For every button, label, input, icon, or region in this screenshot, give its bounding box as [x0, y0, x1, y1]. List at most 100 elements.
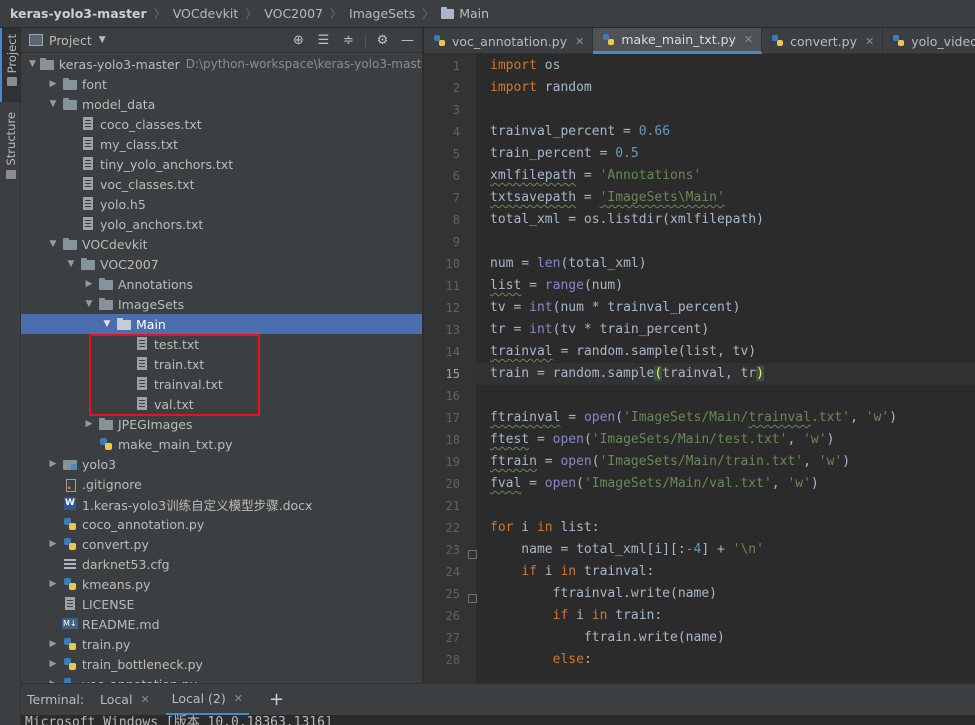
tree-folder[interactable]: ▼ keras-yolo3-master D:\python-workspace\k…	[21, 54, 422, 74]
tree-folder[interactable]: ▼ ImageSets	[21, 294, 422, 314]
tree-file[interactable]: ▶ kmeans.py	[21, 574, 422, 594]
code-line[interactable]: import os	[476, 55, 975, 77]
close-icon[interactable]: ✕	[744, 33, 753, 46]
editor-tab[interactable]: make_main_txt.py ✕	[593, 28, 763, 54]
chevron-down-icon[interactable]: ▼	[65, 259, 77, 269]
tree-file[interactable]: .gitignore	[21, 470, 422, 494]
tree-file[interactable]: ▶ train.py	[21, 634, 422, 654]
editor-tab[interactable]: convert.py ✕	[762, 28, 884, 54]
code-line[interactable]: tr = int(tv * train_percent)	[476, 319, 975, 341]
tree-file[interactable]: make_main_txt.py	[21, 434, 422, 454]
chevron-right-icon[interactable]: ▶	[47, 539, 59, 549]
breadcrumb-item[interactable]: keras-yolo3-master	[10, 0, 147, 28]
chevron-right-icon[interactable]: ▶	[83, 419, 95, 429]
chevron-down-icon[interactable]: ▼	[47, 99, 59, 109]
tree-file[interactable]: LICENSE	[21, 594, 422, 614]
close-icon[interactable]: ✕	[140, 693, 149, 706]
code-line[interactable]: trainval = random.sample(list, tv)	[476, 341, 975, 363]
code-line[interactable]: list = range(num)	[476, 275, 975, 297]
close-icon[interactable]: ✕	[865, 35, 874, 48]
chevron-right-icon[interactable]: ▶	[47, 79, 59, 89]
tree-file[interactable]: yolo.h5	[21, 194, 422, 214]
tree-folder[interactable]: ▼ VOC2007	[21, 254, 422, 274]
tree-folder[interactable]: ▶ JPEGImages	[21, 414, 422, 434]
tree-file[interactable]: ▶voc_annotation.py	[21, 674, 422, 683]
chevron-right-icon[interactable]: ▶	[47, 459, 59, 469]
project-view-selector[interactable]: Project	[49, 33, 92, 48]
tree-folder[interactable]: ▼ Main	[21, 314, 422, 334]
chevron-right-icon[interactable]: ▶	[47, 579, 59, 589]
tree-file[interactable]: tiny_yolo_anchors.txt	[21, 154, 422, 174]
code-line[interactable]	[476, 385, 975, 407]
code-line[interactable]: if i in train:	[476, 605, 975, 627]
tree-folder[interactable]: ▶ Annotations	[21, 274, 422, 294]
tree-file[interactable]: coco_annotation.py	[21, 514, 422, 534]
collapse-all-icon[interactable]: ≑	[340, 32, 357, 49]
code-line[interactable]: ftrainval = open('ImageSets/Main/trainva…	[476, 407, 975, 429]
terminal-tab-local[interactable]: Local ✕	[100, 684, 150, 716]
tree-file[interactable]: val.txt	[21, 394, 422, 414]
code-line[interactable]: fval = open('ImageSets/Main/val.txt', 'w…	[476, 473, 975, 495]
code-line[interactable]: tv = int(num * trainval_percent)	[476, 297, 975, 319]
new-terminal-button[interactable]: +	[269, 689, 284, 710]
code-line[interactable]: ftrain.write(name)	[476, 627, 975, 649]
expand-all-icon[interactable]: ☰	[315, 32, 332, 49]
minimize-icon[interactable]: —	[399, 32, 416, 49]
chevron-down-icon[interactable]: ▼	[29, 59, 36, 69]
structure-tool-tab[interactable]: Structure	[0, 108, 21, 208]
code-line[interactable]: total_xml = os.listdir(xmlfilepath)	[476, 209, 975, 231]
terminal-tab-local-2[interactable]: Local (2) ✕	[165, 684, 249, 716]
code-line[interactable]: if i in trainval:	[476, 561, 975, 583]
code-line[interactable]: xmlfilepath = 'Annotations'	[476, 165, 975, 187]
tree-file[interactable]: my_class.txt	[21, 134, 422, 154]
code-line[interactable]: for i in list:	[476, 517, 975, 539]
chevron-down-icon[interactable]: ▼	[101, 319, 113, 329]
target-icon[interactable]: ⊕	[290, 32, 307, 49]
close-icon[interactable]: ✕	[234, 692, 243, 705]
gear-icon[interactable]: ⚙	[374, 32, 391, 49]
code-line[interactable]: train_percent = 0.5	[476, 143, 975, 165]
code-line[interactable]: ftrainval.write(name)	[476, 583, 975, 605]
code-line[interactable]	[476, 231, 975, 253]
close-icon[interactable]: ✕	[575, 35, 584, 48]
chevron-right-icon[interactable]: ▶	[47, 659, 59, 669]
tree-file[interactable]: train.txt	[21, 354, 422, 374]
code-line[interactable]	[476, 495, 975, 517]
tree-file[interactable]: coco_classes.txt	[21, 114, 422, 134]
tree-file[interactable]: README.md	[21, 614, 422, 634]
terminal-output[interactable]: Microsoft Windows [版本 10.0.18363.1316]	[21, 715, 975, 725]
code-line[interactable]	[476, 99, 975, 121]
tree-file[interactable]: test.txt	[21, 334, 422, 354]
breadcrumb-item[interactable]: Main	[441, 0, 489, 28]
code-line[interactable]: train = random.sample(trainval, tr)	[476, 363, 975, 385]
tree-file[interactable]: 1.keras-yolo3训练自定义模型步骤.docx	[21, 494, 422, 514]
chevron-right-icon[interactable]: ▶	[83, 279, 95, 289]
code-line[interactable]: import random	[476, 77, 975, 99]
chevron-down-icon[interactable]: ▼	[83, 299, 95, 309]
code-line[interactable]: txtsavepath = 'ImageSets\Main'	[476, 187, 975, 209]
code-area[interactable]: import os import random trainval_percent =…	[476, 54, 975, 683]
chevron-down-icon[interactable]: ▼	[47, 239, 59, 249]
breadcrumb-item[interactable]: VOCdevkit	[173, 0, 239, 28]
breadcrumb-item[interactable]: ImageSets	[349, 0, 415, 28]
code-line[interactable]: trainval_percent = 0.66	[476, 121, 975, 143]
tree-folder[interactable]: ▼ VOCdevkit	[21, 234, 422, 254]
editor-tab[interactable]: voc_annotation.py ✕	[424, 28, 594, 54]
tree-folder[interactable]: ▶ font	[21, 74, 422, 94]
tree-file[interactable]: ▶ convert.py	[21, 534, 422, 554]
breadcrumb-item[interactable]: VOC2007	[264, 0, 323, 28]
project-tool-tab[interactable]: Project	[0, 28, 21, 102]
chevron-down-icon[interactable]: ▼	[99, 35, 106, 45]
code-line[interactable]: ftest = open('ImageSets/Main/test.txt', …	[476, 429, 975, 451]
chevron-right-icon[interactable]: ▶	[47, 639, 59, 649]
code-line[interactable]: num = len(total_xml)	[476, 253, 975, 275]
code-line[interactable]: name = total_xml[i][:-4] + '\n'	[476, 539, 975, 561]
tree-file[interactable]: darknet53.cfg	[21, 554, 422, 574]
tree-folder[interactable]: ▶ yolo3	[21, 454, 422, 474]
tree-file[interactable]: trainval.txt	[21, 374, 422, 394]
tree-file[interactable]: voc_classes.txt	[21, 174, 422, 194]
tree-folder[interactable]: ▼ model_data	[21, 94, 422, 114]
editor-tab[interactable]: yolo_video.py✕	[883, 28, 975, 54]
tree-file[interactable]: ▶ train_bottleneck.py	[21, 654, 422, 674]
code-line[interactable]: ftrain = open('ImageSets/Main/train.txt'…	[476, 451, 975, 473]
